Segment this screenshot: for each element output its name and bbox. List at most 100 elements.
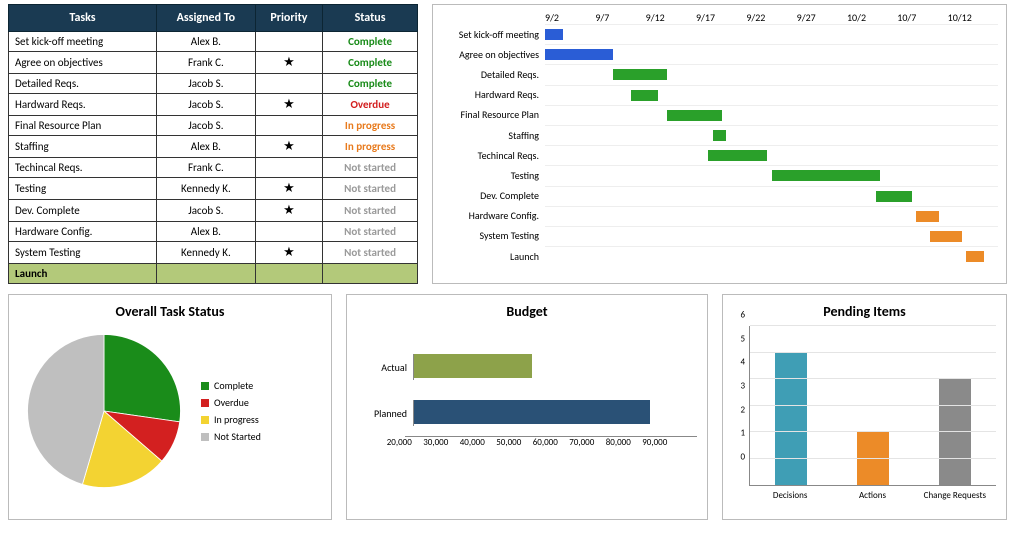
gantt-bar [966,251,984,262]
table-row[interactable]: TestingKennedy K.★Not started [9,178,418,200]
gantt-axis-tick: 10/7 [897,11,947,24]
budget-bar [414,400,650,424]
table-row[interactable]: Set kick-off meetingAlex B.Complete [9,32,418,52]
table-row[interactable]: Dev. CompleteJacob S.★Not started [9,200,418,222]
table-row[interactable]: Agree on objectivesFrank C.★Complete [9,52,418,74]
grid-line [750,352,996,353]
gantt-row: Final Resource Plan [437,105,998,125]
table-row[interactable]: Hardward Reqs.Jacob S.★Overdue [9,94,418,116]
gantt-track [545,85,998,105]
assigned-cell: Kennedy K. [157,242,256,264]
task-name-cell: System Testing [9,242,157,264]
table-row[interactable]: Techincal Reqs.Frank C.Not started [9,158,418,178]
assigned-cell: Jacob S. [157,200,256,222]
legend-item: Complete [201,379,261,392]
priority-cell [255,116,322,136]
pending-xlabel: Actions [831,490,913,501]
priority-cell: ★ [255,178,322,200]
assigned-cell: Alex B. [157,136,256,158]
gantt-track [545,186,998,206]
pie-chart-svg [19,326,189,496]
table-row[interactable]: Hardware Config.Alex B.Not started [9,222,418,242]
gantt-label: Set kick-off meeting [437,28,545,41]
gantt-axis-tick: 10/12 [948,11,998,24]
launch-row[interactable]: Launch [9,264,418,284]
budget-track [413,400,689,426]
gantt-bar [613,69,667,80]
gantt-track [545,44,998,64]
gantt-label: Testing [437,169,545,182]
pie-legend: CompleteOverdueIn progressNot Started [201,375,261,447]
legend-item: In progress [201,413,261,426]
legend-swatch [201,399,209,407]
assigned-cell: Jacob S. [157,74,256,94]
gantt-bar [545,29,563,40]
gantt-bar [545,49,613,60]
task-name-cell: Dev. Complete [9,200,157,222]
task-name-cell: Testing [9,178,157,200]
status-cell: Not started [323,200,418,222]
gantt-row: Testing [437,165,998,185]
pie-slice [104,335,180,422]
chart-title: Pending Items [733,303,996,320]
gantt-track [545,165,998,185]
task-name-cell: Hardware Config. [9,222,157,242]
status-cell: Not started [323,178,418,200]
pending-bar [939,379,971,485]
gantt-label: Hardware Config. [437,209,545,222]
table-row[interactable]: StaffingAlex B.★In progress [9,136,418,158]
gantt-bar [916,211,939,222]
launch-cell [157,264,256,284]
gantt-row: Set kick-off meeting [437,24,998,44]
legend-label: Not Started [214,430,261,443]
gantt-label: Dev. Complete [437,189,545,202]
gantt-axis-tick: 9/2 [545,11,595,24]
budget-axis-tick: 60,000 [533,437,570,448]
priority-cell: ★ [255,200,322,222]
status-cell: Complete [323,74,418,94]
table-row[interactable]: System TestingKennedy K.★Not started [9,242,418,264]
gantt-label: Hardward Reqs. [437,88,545,101]
gantt-bar [708,150,767,161]
status-cell: Complete [323,32,418,52]
budget-row: Planned [365,390,689,436]
gantt-chart: 9/29/79/129/179/229/2710/210/710/12 Set … [432,4,1007,284]
grid-line [750,431,996,432]
gantt-track [545,105,998,125]
table-row[interactable]: Detailed Reqs.Jacob S. Complete [9,74,418,94]
pending-items-chart: Pending Items 0123456 DecisionsActionsCh… [722,294,1007,520]
task-name-cell: Agree on objectives [9,52,157,74]
gantt-row: Staffing [437,125,998,145]
pending-xlabel: Decisions [749,490,831,501]
task-name-cell: Staffing [9,136,157,158]
status-cell: In progress [323,116,418,136]
budget-chart: Budget ActualPlanned 20,00030,00040,0005… [346,294,708,520]
priority-cell: ★ [255,242,322,264]
gantt-bar [667,110,721,121]
gantt-row: Techincal Reqs. [437,145,998,165]
grid-line [750,405,996,406]
budget-axis-tick: 40,000 [460,437,497,448]
pending-ytick: 2 [740,404,745,415]
budget-axis-tick: 20,000 [387,437,424,448]
table-row[interactable]: Final Resource PlanJacob S.In progress [9,116,418,136]
task-name-cell: Hardward Reqs. [9,94,157,116]
pending-bar [857,432,889,485]
table-header: Status [323,5,418,32]
pending-ytick: 5 [740,333,745,344]
priority-cell: ★ [255,136,322,158]
gantt-axis-tick: 9/12 [646,11,696,24]
legend-swatch [201,382,209,390]
priority-cell [255,32,322,52]
status-cell: Overdue [323,94,418,116]
pending-xlabel: Change Requests [914,490,996,501]
assigned-cell: Jacob S. [157,116,256,136]
assigned-cell: Alex B. [157,222,256,242]
pending-ytick: 1 [740,428,745,439]
task-name-cell: Detailed Reqs. [9,74,157,94]
assigned-cell: Kennedy K. [157,178,256,200]
gantt-bar [713,130,727,141]
grid-line [750,325,996,326]
status-cell: Not started [323,242,418,264]
launch-cell [323,264,418,284]
